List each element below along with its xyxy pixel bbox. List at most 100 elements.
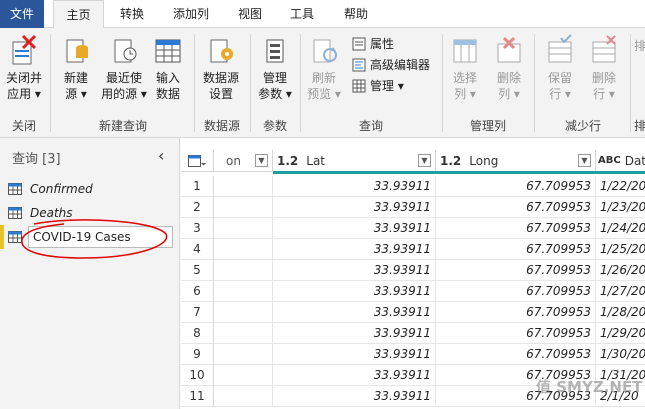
table-cell-date[interactable]: 1/28/20 [596, 302, 645, 323]
sort-button-partial[interactable]: 排 [634, 38, 645, 54]
table-cell-date[interactable]: 1/30/20 [596, 344, 645, 365]
table-row[interactable]: 1 33.93911 67.709953 1/22/20 [181, 176, 645, 197]
table-cell-country[interactable] [214, 344, 273, 365]
table-cell-date[interactable]: 1/27/20 [596, 281, 645, 302]
table-cell-lat[interactable]: 33.93911 [273, 365, 436, 386]
close-apply-button[interactable]: 关闭并 应用 ▾ [2, 34, 46, 102]
table-row[interactable]: 8 33.93911 67.709953 1/29/20 [181, 323, 645, 344]
column-filter-dropdown-icon[interactable]: ▼ [578, 154, 591, 167]
table-cell-date[interactable]: 1/26/20 [596, 260, 645, 281]
table-cell-lat[interactable]: 33.93911 [273, 323, 436, 344]
table-cell-country[interactable] [214, 197, 273, 218]
table-cell-country[interactable] [214, 323, 273, 344]
ribbon: 关闭并 应用 ▾ 关闭 新建 源 ▾ 最近使 用的源 ▾ 输入 数据 新建查询 [0, 28, 645, 138]
column-filter-dropdown-icon[interactable]: ▼ [255, 154, 268, 167]
table-row[interactable]: 4 33.93911 67.709953 1/25/20 [181, 239, 645, 260]
row-number: 6 [181, 281, 214, 302]
select-all-corner[interactable] [181, 150, 214, 172]
tab-file[interactable]: 文件 [0, 0, 44, 28]
table-row[interactable]: 5 33.93911 67.709953 1/26/20 [181, 260, 645, 281]
table-cell-lat[interactable]: 33.93911 [273, 176, 436, 197]
table-row[interactable]: 3 33.93911 67.709953 1/24/20 [181, 218, 645, 239]
column-filter-dropdown-icon[interactable]: ▼ [418, 154, 431, 167]
table-cell-long[interactable]: 67.709953 [436, 344, 596, 365]
text-type-icon[interactable]: ABC [598, 155, 621, 166]
decimal-type-icon[interactable]: 1.2 [440, 154, 461, 168]
remove-rows-button[interactable]: 删除 行 ▾ [584, 34, 624, 102]
table-cell-lat[interactable]: 33.93911 [273, 281, 436, 302]
manage-button[interactable]: 管理 ▾ [352, 78, 404, 94]
table-cell-long[interactable]: 67.709953 [436, 281, 596, 302]
table-cell-long[interactable]: 67.709953 [436, 218, 596, 239]
group-divider [50, 34, 51, 132]
column-header-long[interactable]: 1.2 Long ▼ [436, 150, 596, 172]
table-cell-date[interactable]: 1/23/20 [596, 197, 645, 218]
column-header-country[interactable]: on ▼ [214, 150, 273, 172]
tab-view[interactable]: 视图 [228, 0, 272, 28]
remove-rows-label-2: 行 ▾ [593, 87, 615, 101]
group-label-close: 关闭 [11, 119, 36, 133]
table-cell-country[interactable] [214, 239, 273, 260]
tab-home[interactable]: 主页 [53, 0, 104, 29]
table-cell-lat[interactable]: 33.93911 [273, 344, 436, 365]
column-name: on [226, 153, 241, 168]
column-quality-bar [273, 171, 645, 174]
table-cell-long[interactable]: 67.709953 [436, 239, 596, 260]
properties-button[interactable]: 属性 [352, 36, 394, 52]
advanced-editor-button[interactable]: 高级编辑器 [352, 57, 430, 73]
tab-transform[interactable]: 转换 [110, 0, 154, 28]
refresh-icon [313, 39, 337, 63]
table-cell-date[interactable]: 1/25/20 [596, 239, 645, 260]
table-cell-country[interactable] [214, 260, 273, 281]
decimal-type-icon[interactable]: 1.2 [277, 154, 298, 168]
table-cell-date[interactable]: 1/24/20 [596, 218, 645, 239]
table-cell-long[interactable]: 67.709953 [436, 260, 596, 281]
table-cell-country[interactable] [214, 176, 273, 197]
table-row[interactable]: 6 33.93911 67.709953 1/27/20 [181, 281, 645, 302]
column-name: Date [624, 153, 645, 168]
table-cell-lat[interactable]: 33.93911 [273, 386, 436, 407]
collapse-pane-icon[interactable]: ‹ [158, 146, 164, 165]
close-apply-icon [12, 34, 37, 65]
table-cell-lat[interactable]: 33.93911 [273, 218, 436, 239]
table-row[interactable]: 7 33.93911 67.709953 1/28/20 [181, 302, 645, 323]
remove-rows-label-1: 删除 [591, 71, 616, 85]
column-header-lat[interactable]: 1.2 Lat ▼ [273, 150, 436, 172]
remove-columns-button[interactable]: 删除 列 ▾ [490, 34, 528, 102]
tab-tools[interactable]: 工具 [280, 0, 324, 28]
table-cell-date[interactable]: 1/29/20 [596, 323, 645, 344]
table-cell-country[interactable] [214, 386, 273, 407]
table-cell-date[interactable]: 1/22/20 [596, 176, 645, 197]
row-number: 1 [181, 176, 214, 197]
table-cell-long[interactable]: 67.709953 [436, 176, 596, 197]
enter-data-button[interactable]: 输入 数据 [150, 34, 186, 102]
keep-rows-button[interactable]: 保留 行 ▾ [540, 34, 580, 102]
tab-add-column[interactable]: 添加列 [164, 0, 218, 28]
group-divider [442, 34, 443, 132]
refresh-preview-button[interactable]: 刷新 预览 ▾ [304, 34, 344, 102]
choose-columns-button[interactable]: 选择 列 ▾ [446, 34, 484, 102]
table-row[interactable]: 2 33.93911 67.709953 1/23/20 [181, 197, 645, 218]
recent-sources-label-1: 最近使 [105, 71, 142, 85]
table-cell-long[interactable]: 67.709953 [436, 197, 596, 218]
query-item-confirmed[interactable]: Confirmed [8, 179, 93, 199]
recent-sources-button[interactable]: 最近使 用的源 ▾ [100, 34, 148, 102]
new-source-button[interactable]: 新建 源 ▾ [56, 34, 96, 102]
manage-params-label-2: 参数 ▾ [258, 87, 292, 101]
tab-help[interactable]: 帮助 [334, 0, 378, 28]
table-row[interactable]: 9 33.93911 67.709953 1/30/20 [181, 344, 645, 365]
row-number: 4 [181, 239, 214, 260]
table-cell-country[interactable] [214, 218, 273, 239]
table-cell-country[interactable] [214, 365, 273, 386]
datasource-settings-button[interactable]: 数据源 设置 [198, 34, 244, 102]
table-cell-lat[interactable]: 33.93911 [273, 197, 436, 218]
manage-parameters-button[interactable]: 管理 参数 ▾ [254, 34, 296, 102]
table-cell-lat[interactable]: 33.93911 [273, 302, 436, 323]
table-cell-lat[interactable]: 33.93911 [273, 239, 436, 260]
table-cell-country[interactable] [214, 302, 273, 323]
table-cell-country[interactable] [214, 281, 273, 302]
table-cell-lat[interactable]: 33.93911 [273, 260, 436, 281]
table-cell-long[interactable]: 67.709953 [436, 302, 596, 323]
table-cell-long[interactable]: 67.709953 [436, 323, 596, 344]
column-header-date[interactable]: ABC Date [596, 150, 645, 172]
